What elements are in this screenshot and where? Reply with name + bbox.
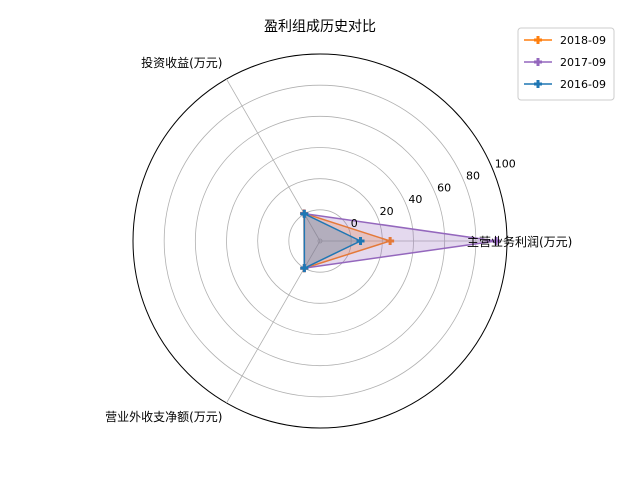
r-tick-label: 20 — [380, 205, 394, 218]
r-tick-label: 0 — [351, 217, 358, 230]
axis-label: 投资收益(万元) — [141, 55, 222, 70]
r-tick-label: 100 — [495, 157, 516, 170]
chart-canvas: 盈利组成历史对比 0 20 40 60 80 100 主营业务利润(万元) 投资收益(万元) 营… — [105, 19, 615, 429]
r-tick-label: 40 — [408, 193, 422, 206]
legend: 2018-09 2017-09 2016-09 — [517, 27, 615, 101]
axis-label: 营业外收支净额(万元) — [105, 410, 222, 424]
r-tick-label: 60 — [437, 181, 451, 194]
axis-label: 主营业务利润(万元) — [467, 234, 572, 249]
chart-title: 盈利组成历史对比 — [264, 19, 376, 35]
r-tick-label: 80 — [466, 169, 480, 182]
radar-chart: 盈利组成历史对比 0 20 40 60 80 100 主营业务利润(万元) 投资收益(万元) 营… — [0, 0, 640, 480]
legend-label: 2018-09 — [560, 34, 606, 47]
legend-label: 2017-09 — [560, 56, 606, 69]
legend-label: 2016-09 — [560, 78, 606, 91]
